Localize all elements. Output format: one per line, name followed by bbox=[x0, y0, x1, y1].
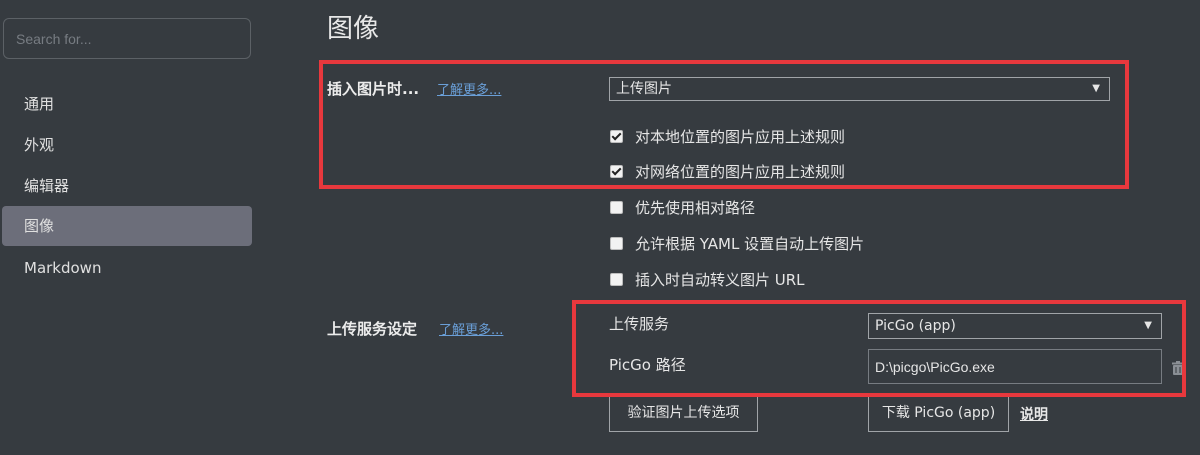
insert-action-value: 上传图片 bbox=[616, 81, 672, 97]
checkbox-yaml[interactable] bbox=[610, 236, 623, 250]
checkbox-row-local[interactable]: 对本地位置的图片应用上述规则 bbox=[610, 126, 845, 146]
upload-service-select[interactable]: PicGo (app) ▼ bbox=[868, 313, 1162, 339]
upload-service-value: PicGo (app) bbox=[875, 318, 956, 334]
download-picgo-button[interactable]: 下载 PicGo (app) bbox=[868, 394, 1009, 432]
checkbox-network[interactable] bbox=[610, 164, 623, 178]
checkbox-row-escape[interactable]: 插入时自动转义图片 URL bbox=[610, 269, 805, 289]
sidebar-item-markdown[interactable]: Markdown bbox=[2, 248, 252, 288]
trash-icon[interactable] bbox=[1170, 360, 1186, 376]
checkbox-row-relative[interactable]: 优先使用相对路径 bbox=[610, 197, 755, 217]
sidebar-item-appearance[interactable]: 外观 bbox=[2, 125, 252, 165]
picgo-path-input[interactable] bbox=[868, 349, 1162, 384]
sidebar-item-image[interactable]: 图像 bbox=[2, 206, 252, 246]
insert-action-select[interactable]: 上传图片 ▼ bbox=[609, 77, 1110, 101]
insert-image-label: 插入图片时... bbox=[327, 80, 420, 98]
checkbox-row-yaml[interactable]: 允许根据 YAML 设置自动上传图片 bbox=[610, 233, 864, 253]
checkbox-local-label: 对本地位置的图片应用上述规则 bbox=[635, 127, 846, 146]
sidebar-item-editor[interactable]: 编辑器 bbox=[2, 166, 252, 206]
help-link[interactable]: 说明 bbox=[1020, 404, 1048, 424]
checkbox-relative-label: 优先使用相对路径 bbox=[635, 198, 756, 217]
verify-upload-button[interactable]: 验证图片上传选项 bbox=[609, 394, 758, 432]
checkbox-escape-label: 插入时自动转义图片 URL bbox=[635, 270, 805, 289]
checkbox-network-label: 对网络位置的图片应用上述规则 bbox=[635, 162, 846, 181]
chevron-down-icon: ▼ bbox=[1144, 320, 1152, 331]
sidebar: 通用 外观 编辑器 图像 Markdown bbox=[0, 0, 262, 455]
search-input[interactable] bbox=[3, 18, 251, 59]
chevron-down-icon: ▼ bbox=[1092, 83, 1100, 94]
checkbox-yaml-label: 允许根据 YAML 设置自动上传图片 bbox=[635, 234, 865, 253]
checkbox-escape[interactable] bbox=[610, 272, 623, 286]
upload-service-label: 上传服务设定 bbox=[327, 320, 418, 338]
upload-service-field-label: 上传服务 bbox=[609, 315, 670, 333]
preferences-window: 通用 外观 编辑器 图像 Markdown 图像 插入图片时... 了解更多..… bbox=[0, 0, 1200, 455]
page-title: 图像 bbox=[327, 14, 380, 44]
upload-learn-more-link[interactable]: 了解更多... bbox=[439, 319, 503, 338]
picgo-path-label: PicGo 路径 bbox=[609, 356, 686, 374]
checkbox-row-network[interactable]: 对网络位置的图片应用上述规则 bbox=[610, 161, 845, 181]
checkbox-local[interactable] bbox=[610, 129, 623, 143]
insert-learn-more-link[interactable]: 了解更多... bbox=[437, 79, 501, 98]
checkbox-relative[interactable] bbox=[610, 200, 623, 214]
sidebar-item-general[interactable]: 通用 bbox=[2, 84, 252, 124]
